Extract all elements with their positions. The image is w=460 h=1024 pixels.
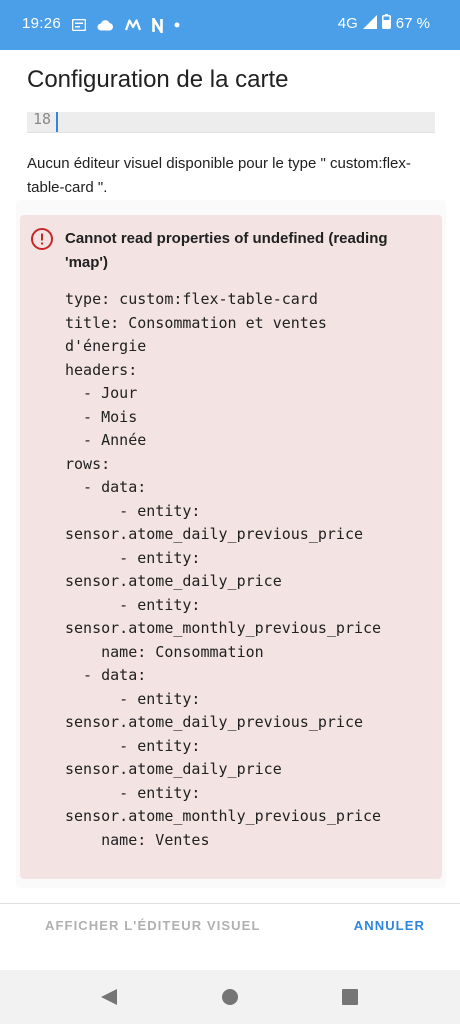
code-editor[interactable]: 18 <box>27 110 435 133</box>
battery-percent: 67 % <box>395 15 430 32</box>
cloud-icon <box>97 19 114 31</box>
network-type: 4G <box>337 15 358 32</box>
home-icon[interactable] <box>221 988 239 1011</box>
error-title: Cannot read properties of undefined (rea… <box>65 230 388 271</box>
back-icon[interactable] <box>100 988 118 1011</box>
recents-icon[interactable] <box>342 989 358 1010</box>
show-visual-editor-button[interactable]: AFFICHER L'ÉDITEUR VISUEL <box>45 918 261 933</box>
alert-circle-icon <box>30 227 54 251</box>
battery-icon <box>381 14 391 33</box>
m-app-icon <box>125 19 141 31</box>
signal-icon <box>362 14 377 33</box>
dialog-actions: AFFICHER L'ÉDITEUR VISUEL ANNULER <box>0 904 460 968</box>
n-app-icon <box>152 17 163 33</box>
dot-icon <box>174 22 180 28</box>
line-number: 18 <box>33 110 52 128</box>
error-card: Cannot read properties of undefined (rea… <box>20 215 442 879</box>
system-nav-bar <box>0 970 460 1024</box>
status-time: 19:26 <box>22 15 62 32</box>
status-notification-icons <box>72 14 180 36</box>
status-bar: 19:26 4G 67 % <box>0 0 460 50</box>
dialog-title: Configuration de la carte <box>27 66 289 93</box>
status-right: 4G 67 % <box>338 14 430 33</box>
yaml-config: type: custom:flex-table-card title: Cons… <box>65 290 382 849</box>
no-visual-editor-message: Aucun éditeur visuel disponible pour le … <box>27 155 411 196</box>
notification-icon <box>72 19 86 31</box>
cancel-button[interactable]: ANNULER <box>354 918 425 933</box>
text-cursor <box>56 112 58 132</box>
